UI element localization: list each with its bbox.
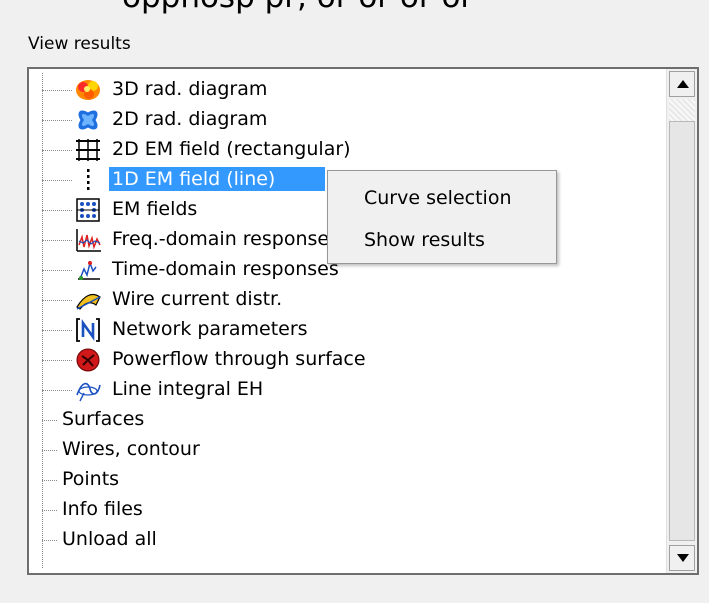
tree-item-label: 2D rad. diagram	[112, 108, 268, 130]
tree-item-label: Time-domain responses	[112, 258, 339, 280]
tree-branch	[42, 450, 57, 451]
menu-item-show-results[interactable]: Show results	[364, 229, 485, 251]
freq-domain-icon	[76, 229, 101, 252]
tree-item-label: Network parameters	[112, 318, 308, 340]
menu-item-curve-selection[interactable]: Curve selection	[364, 187, 512, 209]
tree-branch	[42, 420, 57, 421]
tree-item-3d-rad-diagram[interactable]: 3D rad. diagram	[29, 75, 649, 105]
group-title: View results	[28, 34, 131, 54]
2d-rad-diagram-icon	[78, 110, 98, 130]
tree-branch	[42, 180, 72, 181]
3d-rad-diagram-icon	[76, 80, 100, 100]
tree-item-label: Wire current distr.	[112, 288, 283, 310]
tree-item-network-parameters[interactable]: Network parameters	[29, 315, 649, 345]
tree-item-wire-current-distr[interactable]: Wire current distr.	[29, 285, 649, 315]
tree-item-label: 1D EM field (line)	[109, 167, 325, 191]
em-fields-icon	[76, 198, 100, 222]
tree-branch	[42, 210, 72, 211]
tree-branch	[42, 150, 72, 151]
tree-item-info-files[interactable]: Info files	[29, 495, 649, 525]
tree-item-label: Freq.-domain responses	[112, 228, 339, 250]
tree-item-label: Surfaces	[62, 408, 145, 430]
tree-item-label: Line integral EH	[112, 378, 264, 400]
tree-branch	[42, 270, 72, 271]
scroll-thumb[interactable]	[669, 121, 695, 541]
tree-branch	[42, 510, 57, 511]
tree-item-label: Powerflow through surface	[112, 348, 366, 370]
tree-branch	[42, 90, 72, 91]
tree-item-label: Unload all	[62, 528, 157, 550]
time-domain-icon	[78, 260, 100, 280]
clipped-top-label: opphosp pr, or or or or	[122, 0, 473, 15]
results-tree[interactable]: 3D rad. diagram 2D rad. diagram 2D EM fi…	[27, 67, 699, 575]
arrow-up-icon	[677, 80, 689, 88]
tree-item-label: Info files	[62, 498, 143, 520]
scroll-track-hatch	[669, 99, 695, 121]
vertical-scrollbar[interactable]	[666, 69, 697, 573]
line-integral-icon	[76, 382, 101, 402]
scroll-up-button[interactable]	[669, 71, 695, 97]
tree-item-label: Wires, contour	[62, 438, 200, 460]
tree-branch	[42, 390, 72, 391]
grid-dots-icon	[76, 139, 100, 161]
tree-item-wires-contour[interactable]: Wires, contour	[29, 435, 649, 465]
tree-item-label: 3D rad. diagram	[112, 78, 268, 100]
tree-item-2d-rad-diagram[interactable]: 2D rad. diagram	[29, 105, 649, 135]
tree-item-label: Points	[62, 468, 120, 490]
tree-branch	[42, 300, 72, 301]
context-menu: Curve selection Show results	[327, 170, 557, 264]
tree-branch	[42, 360, 72, 361]
tree-item-surfaces[interactable]: Surfaces	[29, 405, 649, 435]
tree-branch	[42, 330, 72, 331]
tree-item-unload-all[interactable]: Unload all	[29, 525, 649, 555]
wire-current-icon	[76, 294, 101, 310]
tree-item-points[interactable]: Points	[29, 465, 649, 495]
powerflow-icon	[76, 348, 100, 372]
tree-item-label: EM fields	[112, 198, 198, 220]
network-n-icon	[76, 318, 100, 342]
clipped-top-text: opphosp pr, or or or or	[0, 0, 709, 22]
tree-item-line-integral-eh[interactable]: Line integral EH	[29, 375, 649, 405]
line-dots-icon	[87, 169, 90, 190]
tree-item-2d-em-field[interactable]: 2D EM field (rectangular)	[29, 135, 649, 165]
tree-branch	[42, 120, 72, 121]
scroll-down-button[interactable]	[669, 545, 695, 571]
tree-branch	[42, 480, 57, 481]
tree-branch	[42, 540, 57, 541]
arrow-down-icon	[677, 554, 689, 562]
tree-item-powerflow-through-surface[interactable]: Powerflow through surface	[29, 345, 649, 375]
tree-item-label: 2D EM field (rectangular)	[112, 138, 351, 160]
tree-branch	[42, 240, 72, 241]
